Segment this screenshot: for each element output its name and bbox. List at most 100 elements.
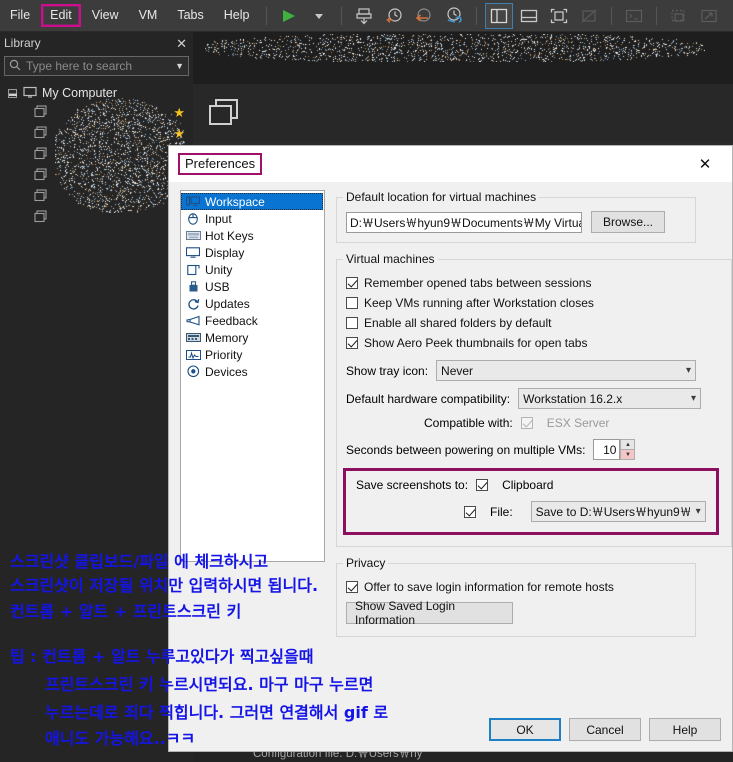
toolbar-divider-5	[656, 7, 657, 25]
help-button[interactable]: Help	[649, 718, 721, 741]
mouse-icon	[185, 212, 201, 225]
vm-large-icon	[207, 97, 243, 129]
clipboard-label: Clipboard	[502, 478, 553, 492]
console-icon	[621, 4, 647, 28]
full-screen-icon[interactable]	[546, 4, 572, 28]
menu-edit[interactable]: Edit	[41, 4, 81, 27]
vm-icon	[34, 210, 48, 226]
checkbox-icon[interactable]	[464, 506, 476, 518]
category-item-display[interactable]: Display	[181, 244, 324, 261]
category-list: Workspace Input Hot Keys Display Unity U…	[180, 190, 325, 562]
snapshot-back-icon[interactable]	[411, 4, 437, 28]
category-item-feedback[interactable]: Feedback	[181, 312, 324, 329]
show-thumbnails-icon[interactable]	[516, 4, 542, 28]
toolbar-divider-4	[611, 7, 612, 25]
page-title: Preferences	[185, 156, 255, 171]
category-item-memory[interactable]: Memory	[181, 329, 324, 346]
dialog-titlebar: Preferences ✕	[169, 146, 732, 182]
tray-icon-select[interactable]: Never ▾	[436, 360, 696, 381]
settings-pane: Default location for virtual machines D:…	[336, 190, 696, 751]
redaction-noise	[205, 34, 705, 62]
category-item-input[interactable]: Input	[181, 210, 324, 227]
show-saved-login-button[interactable]: Show Saved Login Information	[346, 602, 513, 624]
unity-icon	[185, 263, 201, 276]
category-label: USB	[205, 280, 230, 294]
checkbox-keep-vms-running[interactable]: Keep VMs running after Workstation close…	[346, 293, 722, 313]
checkbox-enable-shared-folders[interactable]: Enable all shared folders by default	[346, 313, 722, 333]
hardware-compat-select[interactable]: Workstation 16.2.x ▾	[518, 388, 701, 409]
category-item-hot-keys[interactable]: Hot Keys	[181, 227, 324, 244]
category-label: Unity	[205, 263, 232, 277]
power-on-icon[interactable]	[276, 4, 302, 28]
checkbox-label: Show Aero Peek thumbnails for open tabs	[364, 336, 587, 350]
menu-view[interactable]: View	[83, 4, 128, 27]
checkbox-icon[interactable]	[346, 297, 358, 309]
search-input[interactable]: Type here to search ▼	[4, 56, 189, 76]
save-screenshots-highlight: Save screenshots to: Clipboard File: Sav…	[343, 468, 719, 535]
category-label: Memory	[205, 331, 248, 345]
default-location-legend: Default location for virtual machines	[343, 190, 539, 204]
category-label: Feedback	[205, 314, 258, 328]
ok-button[interactable]: OK	[489, 718, 561, 741]
privacy-legend: Privacy	[343, 556, 388, 570]
category-item-unity[interactable]: Unity	[181, 261, 324, 278]
chevron-down-icon: ▾	[686, 365, 691, 376]
category-label: Devices	[205, 365, 248, 379]
checkbox-icon	[521, 417, 533, 429]
dialog-title-highlight: Preferences	[178, 153, 262, 175]
expander-icon[interactable]: ▬	[8, 89, 17, 98]
vm-title-row	[193, 84, 733, 142]
category-item-devices[interactable]: Devices	[181, 363, 324, 380]
snapshot-take-icon[interactable]	[351, 4, 377, 28]
seconds-stepper[interactable]: 10 ▲ ▼	[593, 439, 635, 460]
checkbox-aero-peek[interactable]: Show Aero Peek thumbnails for open tabs	[346, 333, 722, 353]
browse-button[interactable]: Browse...	[591, 211, 665, 233]
vm-icon	[34, 126, 48, 142]
close-icon[interactable]: ✕	[694, 154, 716, 174]
vm-icon	[34, 105, 48, 121]
menu-bar: File Edit View VM Tabs Help	[0, 0, 733, 32]
dialog-button-row: OK Cancel Help	[489, 718, 721, 741]
screenshot-path-select[interactable]: Save to D:￦Users￦hyun9￦C ▾	[531, 501, 706, 522]
menu-help[interactable]: Help	[215, 4, 259, 27]
search-placeholder: Type here to search	[26, 59, 132, 73]
snapshot-revert-icon[interactable]	[381, 4, 407, 28]
category-item-workspace[interactable]: Workspace	[181, 193, 323, 210]
checkbox-label: Remember opened tabs between sessions	[364, 276, 591, 290]
default-location-input[interactable]: D:￦Users￦hyun9￦Documents￦My Virtual Mach…	[346, 212, 582, 233]
menu-vm[interactable]: VM	[130, 4, 167, 27]
dropdown-arrow-icon[interactable]	[306, 4, 332, 28]
menu-file[interactable]: File	[1, 4, 39, 27]
category-item-priority[interactable]: Priority	[181, 346, 324, 363]
category-item-usb[interactable]: USB	[181, 278, 324, 295]
stepper-down-icon[interactable]: ▼	[620, 450, 635, 460]
checkbox-icon[interactable]	[346, 581, 358, 593]
menu-tabs[interactable]: Tabs	[168, 4, 212, 27]
annotation-line: 애니도 가능해요..ㅋㅋ	[45, 725, 195, 749]
library-tree: ▬ My Computer ★	[0, 84, 193, 228]
checkbox-icon[interactable]	[346, 277, 358, 289]
chevron-down-icon[interactable]: ▼	[175, 61, 184, 71]
library-header: Library ✕	[0, 32, 193, 54]
category-item-updates[interactable]: Updates	[181, 295, 324, 312]
seconds-value[interactable]: 10	[593, 439, 620, 460]
checkbox-offer-save-login[interactable]: Offer to save login information for remo…	[346, 577, 686, 597]
category-label: Priority	[205, 348, 242, 362]
file-label: File:	[490, 505, 513, 519]
category-label: Input	[205, 212, 232, 226]
memory-icon	[185, 331, 201, 344]
save-screenshots-label: Save screenshots to:	[356, 478, 468, 492]
snapshot-manager-icon[interactable]	[441, 4, 467, 28]
annotation-line: 컨트롬 + 알트 + 프린트스크린 키	[10, 598, 241, 622]
refresh-icon	[185, 297, 201, 310]
checkbox-remember-tabs[interactable]: Remember opened tabs between sessions	[346, 273, 722, 293]
stepper-up-icon[interactable]: ▲	[620, 439, 635, 450]
cancel-button[interactable]: Cancel	[569, 718, 641, 741]
show-library-icon[interactable]	[486, 4, 512, 28]
checkbox-icon[interactable]	[346, 317, 358, 329]
tray-icon-value: Never	[441, 364, 473, 378]
checkbox-icon[interactable]	[346, 337, 358, 349]
checkbox-icon[interactable]	[476, 479, 488, 491]
close-icon[interactable]: ✕	[176, 37, 187, 50]
annotation-line: 스크린샷이 저장될 위치만 입력하시면 됩니다.	[10, 572, 318, 596]
